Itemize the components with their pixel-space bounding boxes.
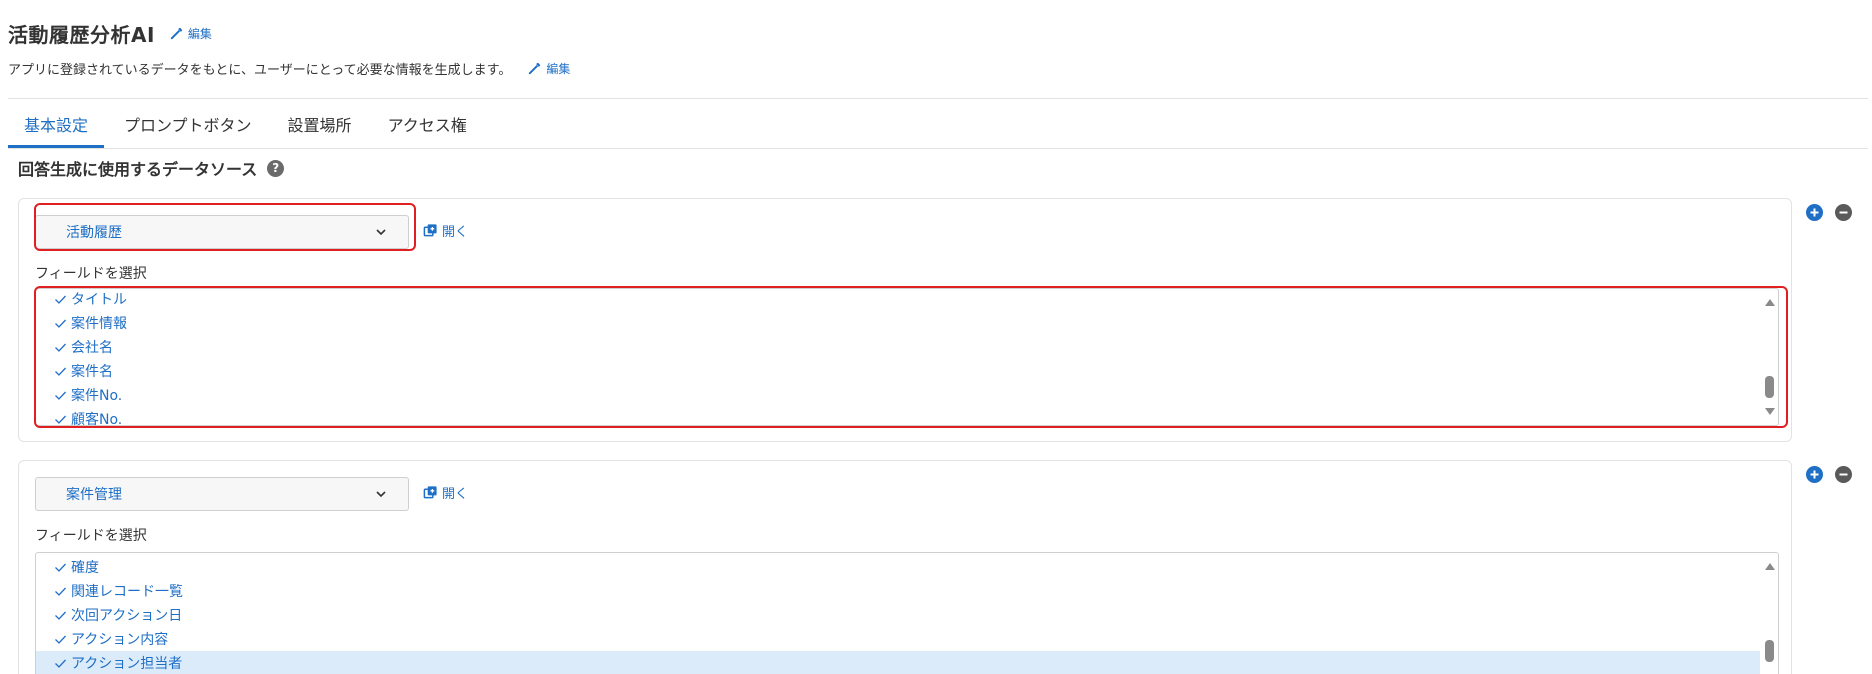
app-header: 活動履歴分析AI 編集	[8, 16, 212, 50]
plus-icon	[1810, 208, 1819, 217]
scroll-down-arrow[interactable]	[1765, 408, 1775, 415]
list-item[interactable]: 次回アクション日	[36, 603, 1760, 627]
list-item[interactable]: 会社名	[36, 335, 1760, 359]
list-item-label: アクション内容	[71, 632, 169, 648]
add-datasource-button[interactable]	[1806, 466, 1823, 483]
field-listbox[interactable]: タイトル 案件情報 会社名 案件名 案件No. 顧客No.	[35, 288, 1779, 426]
list-item-label: アクション担当者	[71, 656, 183, 672]
datasource-select[interactable]: 案件管理	[35, 477, 409, 511]
edit-description-label: 編集	[546, 61, 571, 76]
list-item-label: 案件情報	[71, 316, 127, 332]
open-datasource-link[interactable]: 開く	[423, 221, 468, 240]
list-item-label: 確度	[71, 560, 99, 576]
edit-title-link[interactable]: 編集	[169, 25, 212, 42]
list-item-label: タイトル	[71, 292, 127, 308]
list-item[interactable]: タイトル	[36, 289, 1760, 311]
list-item[interactable]: 顧客No.	[36, 407, 1760, 425]
open-datasource-label: 開く	[442, 487, 469, 502]
minus-icon	[1839, 473, 1848, 476]
check-icon	[55, 611, 66, 620]
datasource-select-value: 案件管理	[66, 487, 122, 503]
chevron-down-icon	[376, 491, 386, 498]
add-datasource-button[interactable]	[1806, 204, 1823, 221]
check-icon	[55, 563, 66, 572]
help-icon[interactable]: ?	[267, 159, 285, 177]
list-item[interactable]: 案件名	[36, 359, 1760, 383]
datasource-card: 活動履歴 開く フィールドを選択 タイトル 案件情報 会社名 案件名 案件No.…	[18, 198, 1792, 442]
edit-title-label: 編集	[187, 26, 212, 41]
list-item[interactable]: 確度	[36, 555, 1760, 579]
tab-placement[interactable]: 設置場所	[272, 102, 368, 148]
field-listbox[interactable]: 確度 関連レコード一覧 次回アクション日 アクション内容 アクション担当者	[35, 552, 1779, 674]
tab-divider	[8, 148, 1868, 149]
field-select-label: フィールドを選択	[35, 528, 147, 544]
scroll-up-arrow[interactable]	[1765, 563, 1775, 570]
datasource-select-value: 活動履歴	[66, 225, 122, 241]
app-description-row: アプリに登録されているデータをもとに、ユーザーにとって必要な情報を生成します。 …	[8, 56, 570, 80]
check-icon	[55, 391, 66, 400]
scroll-thumb[interactable]	[1765, 640, 1774, 662]
open-datasource-link[interactable]: 開く	[423, 483, 468, 502]
list-item-selected[interactable]: アクション担当者	[36, 651, 1760, 674]
datasource-select[interactable]: 活動履歴	[35, 215, 409, 249]
list-item[interactable]: 案件No.	[36, 383, 1760, 407]
open-window-icon	[423, 224, 437, 237]
header-divider	[8, 98, 1868, 99]
open-window-icon	[423, 486, 437, 499]
field-select-label: フィールドを選択	[35, 266, 147, 282]
listbox-scrollbar[interactable]	[1760, 553, 1778, 674]
tab-bar: 基本設定 プロンプトボタン 設置場所 アクセス権	[8, 102, 487, 148]
remove-datasource-button[interactable]	[1835, 466, 1852, 483]
minus-icon	[1839, 211, 1848, 214]
open-datasource-label: 開く	[442, 225, 469, 240]
pencil-icon	[170, 27, 183, 39]
tab-access-rights[interactable]: アクセス権	[372, 102, 483, 148]
listbox-scrollbar[interactable]	[1760, 289, 1778, 425]
app-title: 活動履歴分析AI	[8, 22, 155, 47]
list-item-label: 関連レコード一覧	[71, 584, 183, 600]
check-icon	[55, 415, 66, 424]
list-item-label: 会社名	[71, 340, 113, 356]
scroll-up-arrow[interactable]	[1765, 299, 1775, 306]
check-icon	[55, 635, 66, 644]
pencil-icon	[529, 62, 541, 74]
list-item-label: 顧客No.	[71, 412, 123, 425]
scroll-thumb[interactable]	[1765, 376, 1774, 398]
check-icon	[55, 343, 66, 352]
list-item-label: 案件No.	[71, 388, 123, 404]
app-description: アプリに登録されているデータをもとに、ユーザーにとって必要な情報を生成します。	[8, 62, 512, 78]
list-item-label: 案件名	[71, 364, 113, 380]
edit-description-link[interactable]: 編集	[527, 60, 570, 77]
check-icon	[55, 295, 66, 304]
list-item[interactable]: 案件情報	[36, 311, 1760, 335]
list-item-label: 次回アクション日	[71, 608, 183, 624]
check-icon	[55, 319, 66, 328]
check-icon	[55, 659, 66, 668]
tab-prompt-buttons[interactable]: プロンプトボタン	[108, 102, 268, 148]
list-item[interactable]: アクション内容	[36, 627, 1760, 651]
list-item[interactable]: 関連レコード一覧	[36, 579, 1760, 603]
remove-datasource-button[interactable]	[1835, 204, 1852, 221]
chevron-down-icon	[376, 229, 386, 236]
check-icon	[55, 587, 66, 596]
tab-basic-settings[interactable]: 基本設定	[8, 102, 105, 148]
section-title-row: 回答生成に使用するデータソース ?	[18, 156, 285, 180]
section-title: 回答生成に使用するデータソース	[18, 160, 258, 179]
check-icon	[55, 367, 66, 376]
datasource-card: 案件管理 開く フィールドを選択 確度 関連レコード一覧 次回アクション日 アク…	[18, 460, 1792, 674]
plus-icon	[1810, 470, 1819, 479]
